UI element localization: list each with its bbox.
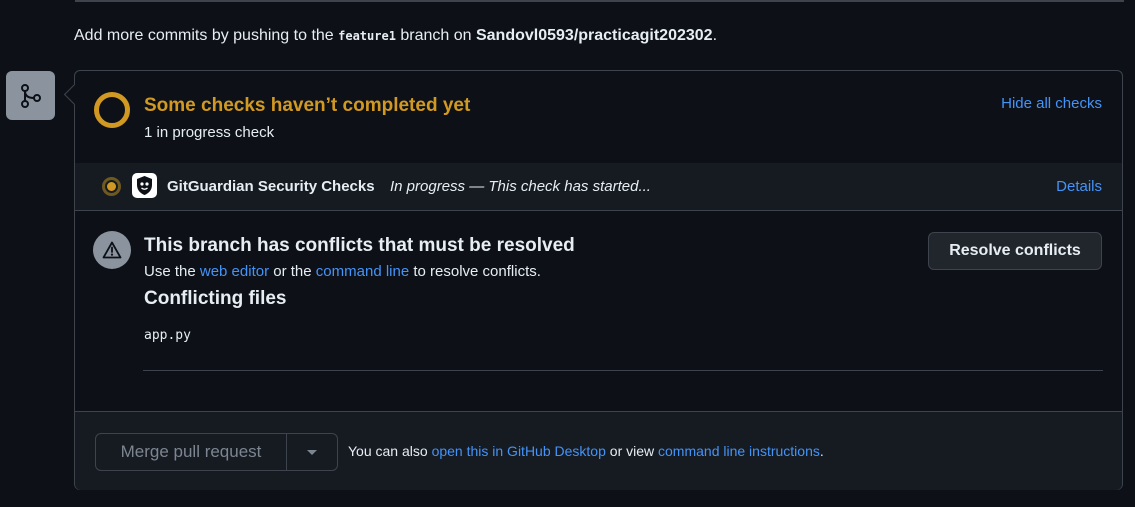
resolve-conflicts-button[interactable]: Resolve conflicts xyxy=(928,232,1102,270)
merge-note-suffix: . xyxy=(819,443,824,459)
checks-summary: Some checks haven’t completed yet 1 in p… xyxy=(75,71,1122,164)
pending-ring-icon xyxy=(94,92,130,128)
merge-note-prefix: You can also xyxy=(348,443,432,459)
conflict-section: This branch has conflicts that must be r… xyxy=(75,211,1122,412)
merge-note: You can also open this in GitHub Desktop… xyxy=(348,443,824,459)
push-info-middle: branch on xyxy=(395,27,476,44)
repo-name: Sandovl0593/practicagit202302 xyxy=(475,27,713,44)
checks-subtitle: 1 in progress check xyxy=(144,124,275,141)
conflict-description: Use the web editor or the command line t… xyxy=(144,263,541,280)
command-line-link[interactable]: command line xyxy=(316,263,409,280)
git-merge-icon xyxy=(6,71,55,120)
conflict-desc-middle: or the xyxy=(269,263,316,280)
merge-options-dropdown[interactable] xyxy=(287,434,337,470)
merge-button-group: Merge pull request xyxy=(95,433,338,471)
web-editor-link[interactable]: web editor xyxy=(200,263,269,280)
push-info-suffix: . xyxy=(712,27,718,44)
merge-box: Some checks haven’t completed yet 1 in p… xyxy=(74,70,1123,490)
merge-note-middle: or view xyxy=(605,443,659,459)
merge-pull-request-button[interactable]: Merge pull request xyxy=(96,434,287,470)
check-name: GitGuardian Security Checks xyxy=(167,178,375,195)
in-progress-dot-icon xyxy=(102,177,121,196)
hide-all-checks-link[interactable]: Hide all checks xyxy=(1001,95,1102,112)
top-divider xyxy=(75,0,1124,2)
check-status: In progress — This check has started... xyxy=(390,178,651,195)
conflict-desc-suffix: to resolve conflicts. xyxy=(409,263,541,280)
files-divider xyxy=(143,370,1103,371)
conflicting-file: app.py xyxy=(144,328,191,343)
conflict-title: This branch has conflicts that must be r… xyxy=(144,235,575,256)
open-in-desktop-link[interactable]: open this in GitHub Desktop xyxy=(432,443,606,459)
caret-down-icon xyxy=(307,449,317,455)
gitguardian-logo xyxy=(132,173,157,198)
push-info-line: Add more commits by pushing to the featu… xyxy=(74,27,717,45)
checks-title: Some checks haven’t completed yet xyxy=(144,95,471,116)
check-details-link[interactable]: Details xyxy=(1056,178,1102,195)
check-row: GitGuardian Security Checks In progress … xyxy=(75,163,1122,211)
alert-triangle-icon xyxy=(93,231,131,269)
branch-name: feature1 xyxy=(338,29,396,43)
conflicting-files-title: Conflicting files xyxy=(144,288,287,309)
command-line-instructions-link[interactable]: command line instructions xyxy=(658,443,820,459)
merge-section: Merge pull request You can also open thi… xyxy=(75,412,1122,490)
conflict-desc-prefix: Use the xyxy=(144,263,200,280)
push-info-prefix: Add more commits by pushing to the xyxy=(74,27,339,44)
